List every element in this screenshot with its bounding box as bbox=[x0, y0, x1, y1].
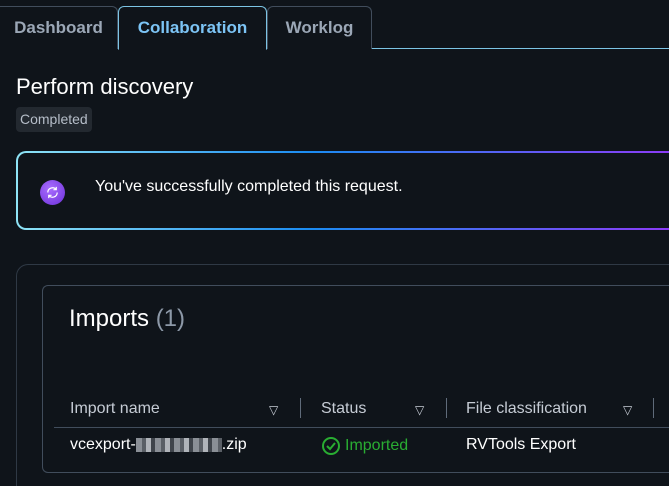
column-divider[interactable] bbox=[300, 398, 301, 418]
tab-collaboration[interactable]: Collaboration bbox=[118, 6, 267, 50]
file-classification-cell: RVTools Export bbox=[466, 436, 576, 453]
imports-table-container: Imports (1) Import name ▽ Status ▽ File … bbox=[42, 285, 669, 473]
alert-message: You've successfully completed this reque… bbox=[95, 178, 403, 195]
tab-worklog[interactable]: Worklog bbox=[267, 6, 372, 49]
imports-count: (1) bbox=[155, 305, 186, 332]
sort-icon[interactable]: ▽ bbox=[623, 403, 632, 417]
success-alert: You've successfully completed this reque… bbox=[16, 151, 669, 230]
column-header-status[interactable]: Status bbox=[321, 400, 366, 418]
status-badge: Completed bbox=[16, 107, 92, 132]
sync-icon bbox=[40, 180, 65, 205]
status-cell: Imported bbox=[321, 436, 408, 456]
column-header-file-classification[interactable]: File classification bbox=[466, 400, 587, 418]
header-divider bbox=[54, 427, 669, 428]
column-divider[interactable] bbox=[446, 398, 447, 418]
import-name-cell: vcexport- .zip bbox=[70, 436, 247, 453]
tab-dashboard[interactable]: Dashboard bbox=[0, 6, 118, 49]
redacted-text bbox=[135, 438, 222, 452]
check-circle-icon bbox=[322, 437, 340, 455]
page-title: Perform discovery bbox=[16, 74, 194, 99]
imports-heading: Imports (1) bbox=[69, 305, 186, 332]
column-divider[interactable] bbox=[653, 398, 654, 418]
sort-icon[interactable]: ▽ bbox=[269, 403, 278, 417]
sort-icon[interactable]: ▽ bbox=[415, 403, 424, 417]
column-header-import-name[interactable]: Import name bbox=[70, 400, 160, 418]
